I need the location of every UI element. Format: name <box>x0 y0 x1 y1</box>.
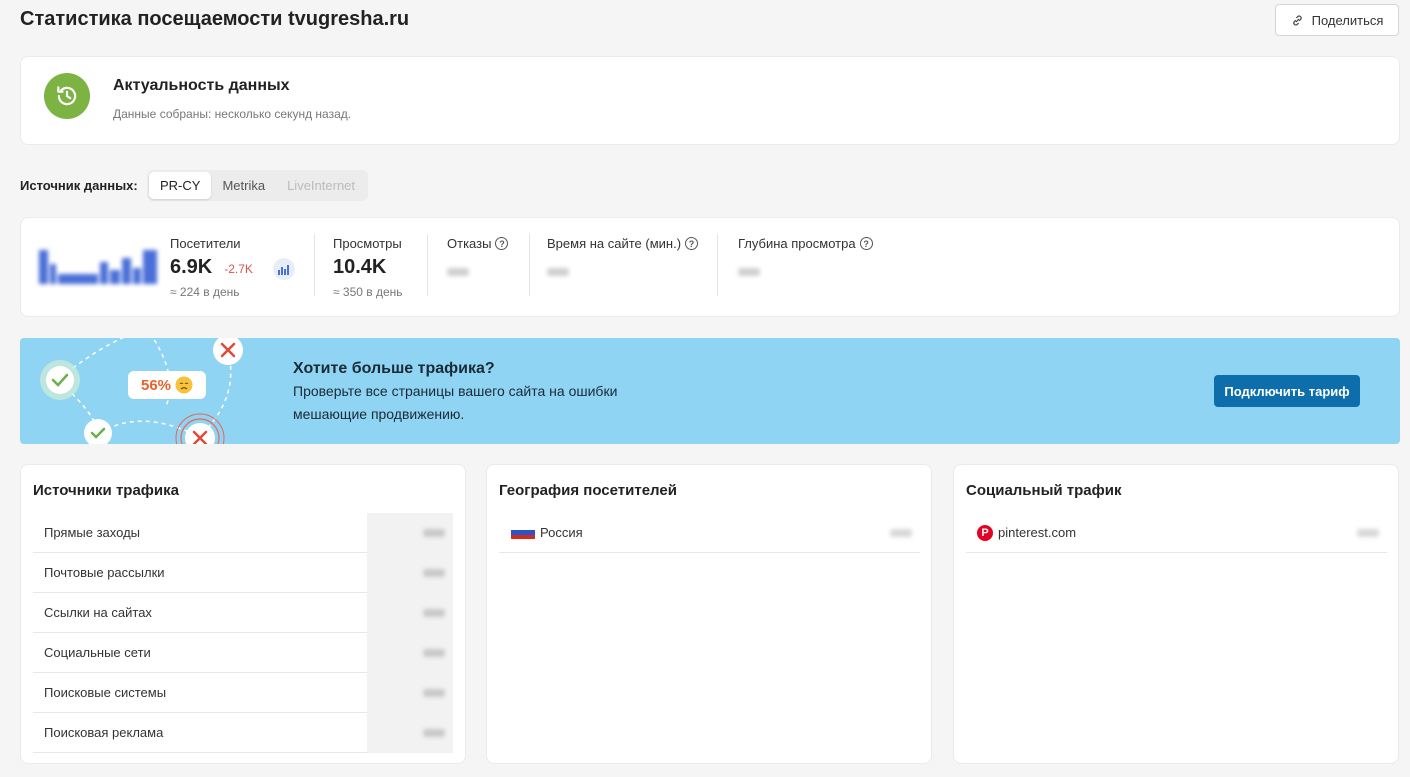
chart-icon[interactable] <box>273 258 295 280</box>
visitors-value: 6.9K <box>170 256 213 278</box>
stat-bounce: Отказы? <box>447 236 509 279</box>
sad-face-icon <box>175 376 193 394</box>
list-item: Ссылки на сайтах <box>33 593 453 633</box>
geography-card: География посетителей Россия <box>486 464 932 764</box>
tab-liveinternet: LiveInternet <box>287 178 356 193</box>
share-button[interactable]: Поделиться <box>1275 4 1399 36</box>
tab-pr-cy[interactable]: PR-CY <box>149 172 212 199</box>
percent-badge: 56% <box>128 371 206 399</box>
stat-views: Просмотры 10.4K ≈ 350 в день <box>333 236 403 299</box>
time-value-hidden <box>547 268 569 276</box>
depth-value-hidden <box>738 268 760 276</box>
time-label: Время на сайте (мин.) <box>547 236 682 251</box>
promo-text: Проверьте все страницы вашего сайта на о… <box>293 383 618 422</box>
source-label: Источник данных: <box>20 178 138 193</box>
social-title: Социальный трафик <box>966 482 1122 499</box>
bounce-value-hidden <box>447 268 469 276</box>
help-icon[interactable]: ? <box>859 237 873 250</box>
views-label: Просмотры <box>333 236 402 251</box>
stat-visitors: Посетители 6.9K -2.7K ≈ 224 в день <box>170 236 253 299</box>
geography-title: География посетителей <box>499 482 677 499</box>
stats-card: Посетители 6.9K -2.7K ≈ 224 в день Просм… <box>20 217 1400 317</box>
visitors-label: Посетители <box>170 236 241 251</box>
history-icon <box>44 73 90 119</box>
depth-label: Глубина просмотра <box>738 236 856 251</box>
list-item: Почтовые рассылки <box>33 553 453 593</box>
subscribe-button[interactable]: Подключить тариф <box>1214 375 1360 407</box>
traffic-sources-title: Источники трафика <box>33 482 179 499</box>
list-item: Прямые заходы <box>33 513 453 553</box>
stat-time: Время на сайте (мин.)? <box>547 236 699 279</box>
promo-banner: 56% Хотите больше трафика? Проверьте все… <box>20 338 1400 444</box>
social-card: Социальный трафик P pinterest.com <box>953 464 1399 764</box>
traffic-sources-card: Источники трафика Прямые заходы Почтовые… <box>20 464 466 764</box>
views-per-day: ≈ 350 в день <box>333 285 403 299</box>
views-value: 10.4K <box>333 256 387 278</box>
freshness-card: Актуальность данных Данные собраны: неск… <box>20 56 1400 145</box>
list-item: P pinterest.com <box>966 513 1387 553</box>
share-label: Поделиться <box>1311 12 1384 28</box>
list-item: Россия <box>499 513 920 553</box>
stat-depth: Глубина просмотра? <box>738 236 873 279</box>
help-icon[interactable]: ? <box>495 237 509 250</box>
tab-metrika[interactable]: Metrika <box>211 172 276 199</box>
russia-flag-icon <box>511 525 535 540</box>
source-selector: PR-CY Metrika LiveInternet <box>147 170 369 201</box>
list-item: Социальные сети <box>33 633 453 673</box>
pinterest-icon: P <box>977 524 993 541</box>
percent-value: 56% <box>140 376 172 394</box>
list-item: Поисковая реклама <box>33 713 453 753</box>
visitors-sparkline <box>39 250 157 284</box>
visitors-per-day: ≈ 224 в день <box>170 285 240 299</box>
freshness-text: Данные собраны: несколько секунд назад. <box>113 107 352 121</box>
page-title: Статистика посещаемости tvugresha.ru <box>20 8 410 30</box>
help-icon[interactable]: ? <box>685 237 699 250</box>
promo-title: Хотите больше трафика? <box>293 360 495 377</box>
visitors-delta: -2.7K <box>224 262 253 276</box>
bounce-label: Отказы <box>447 236 492 251</box>
freshness-title: Актуальность данных <box>113 77 290 94</box>
link-icon <box>1292 14 1302 26</box>
list-item: Поисковые системы <box>33 673 453 713</box>
